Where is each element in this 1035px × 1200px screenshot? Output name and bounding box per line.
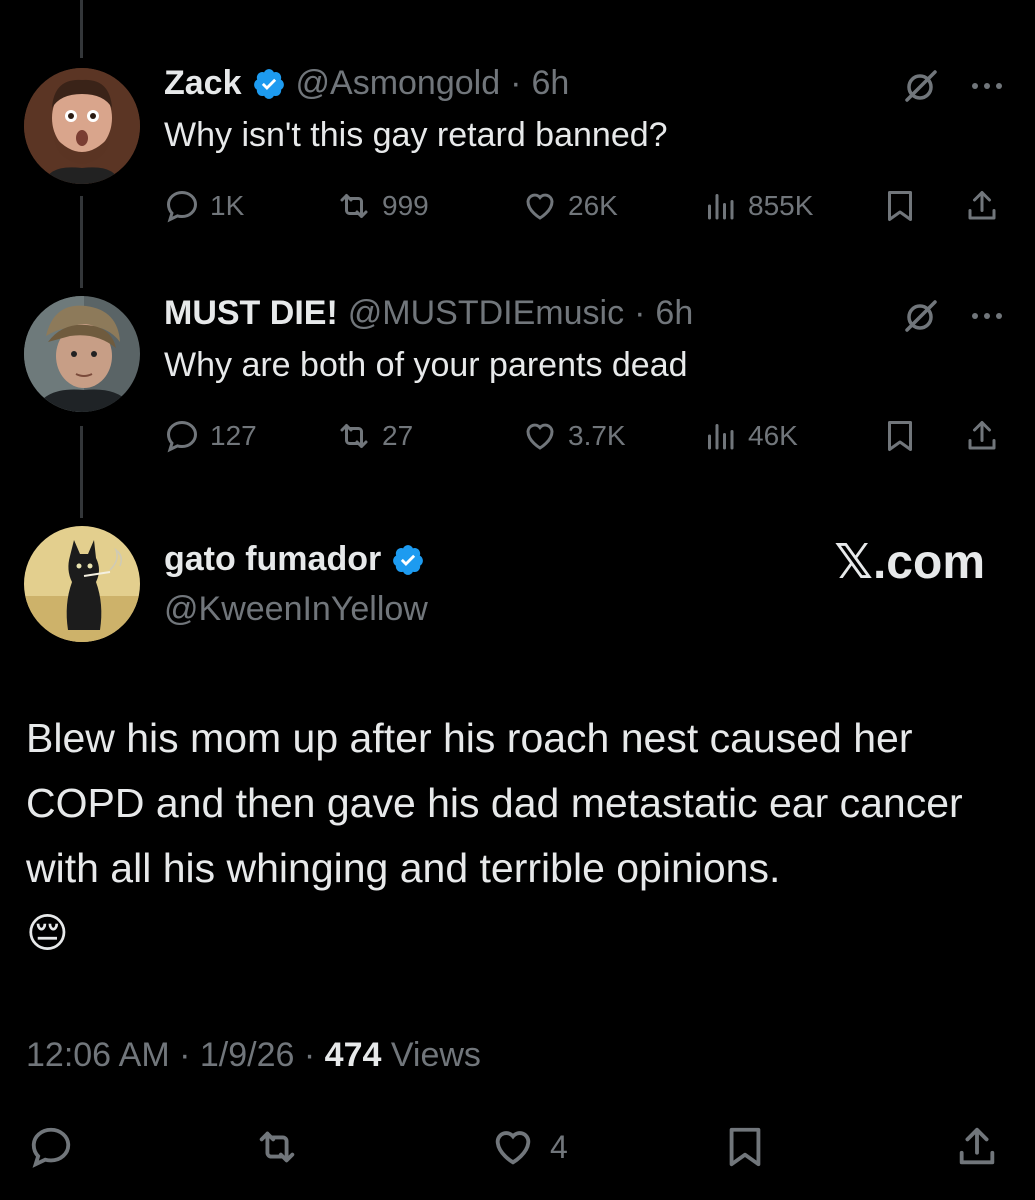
views-label: Views: [390, 1036, 481, 1074]
heart-icon: [526, 423, 554, 450]
reply-icon: [31, 1127, 71, 1168]
views-chart-icon: [708, 194, 734, 220]
share-icon: [959, 1127, 995, 1165]
avatar[interactable]: [24, 526, 140, 642]
post-date[interactable]: 1/9/26: [200, 1036, 295, 1074]
reply-count: 1K: [210, 190, 245, 221]
views-button[interactable]: 855K: [702, 188, 813, 224]
bookmark-icon: [888, 421, 912, 451]
avatar-image: [24, 296, 140, 412]
bookmark-button[interactable]: [882, 418, 918, 454]
post-meta: 12:06 AM · 1/9/26 · 474 Views: [26, 1036, 481, 1075]
separator: ·: [634, 294, 646, 332]
post-author: gato fumador: [164, 540, 425, 579]
avatar-image: [24, 68, 140, 184]
display-name[interactable]: Zack: [164, 64, 242, 103]
grok-icon[interactable]: [901, 66, 941, 106]
more-options-icon[interactable]: [967, 66, 1007, 106]
repost-icon: [340, 194, 368, 218]
reply-button[interactable]: 127: [164, 418, 257, 454]
timestamp[interactable]: 6h: [531, 64, 569, 103]
reply-top-icons: [901, 296, 1007, 336]
views-count: 46K: [748, 420, 798, 451]
like-button[interactable]: 4: [490, 1124, 568, 1170]
share-button[interactable]: [964, 418, 1000, 454]
handle[interactable]: @Asmongold: [296, 64, 501, 103]
post-time[interactable]: 12:06 AM: [26, 1036, 170, 1074]
views-chart-icon: [708, 424, 734, 450]
share-button[interactable]: [964, 188, 1000, 224]
separator: ·: [510, 64, 522, 102]
like-count: 26K: [568, 190, 618, 221]
share-button[interactable]: [954, 1124, 1000, 1175]
views-button[interactable]: 46K: [702, 418, 798, 454]
emoji: 😔: [26, 910, 69, 956]
reply-text: Why isn't this gay retard banned?: [164, 116, 668, 154]
like-button[interactable]: 3.7K: [522, 418, 626, 454]
thread-line: [80, 0, 83, 58]
repost-icon: [340, 424, 368, 448]
share-icon: [968, 421, 996, 450]
grok-icon[interactable]: [901, 296, 941, 336]
more-options-icon[interactable]: [967, 296, 1007, 336]
heart-icon: [495, 1131, 531, 1165]
repost-count: 999: [382, 190, 429, 221]
thread-line: [80, 196, 83, 288]
reply-header: Zack @Asmongold · 6h: [164, 64, 569, 103]
reply-top-icons: [901, 66, 1007, 106]
reply-icon: [166, 420, 198, 453]
share-icon: [968, 191, 996, 220]
x-watermark: 𝕏.com: [834, 536, 985, 589]
like-button[interactable]: 26K: [522, 188, 618, 224]
views-count: 474: [324, 1036, 382, 1074]
avatar-image: [24, 526, 140, 642]
bookmark-button[interactable]: [722, 1124, 768, 1175]
reply-header: MUST DIE! @MUSTDIEmusic · 6h: [164, 294, 693, 333]
like-count: 4: [550, 1128, 568, 1165]
repost-button[interactable]: [254, 1124, 300, 1175]
separator: ·: [179, 1036, 191, 1074]
display-name[interactable]: gato fumador: [164, 540, 381, 579]
reply-text: Why are both of your parents dead: [164, 346, 688, 384]
timestamp[interactable]: 6h: [655, 294, 693, 333]
reply-button[interactable]: [28, 1124, 74, 1175]
like-count: 3.7K: [568, 420, 626, 451]
separator: ·: [303, 1036, 316, 1074]
bookmark-icon: [888, 191, 912, 221]
verified-badge-icon: [253, 68, 284, 99]
repost-icon: [259, 1131, 295, 1163]
post-body: Blew his mom up after his roach nest cau…: [26, 715, 963, 891]
reply-count: 127: [210, 420, 257, 451]
repost-button[interactable]: 999: [336, 188, 429, 224]
verified-badge-icon: [393, 544, 424, 575]
display-name[interactable]: MUST DIE!: [164, 294, 338, 333]
thread-line: [80, 426, 83, 518]
views-count: 855K: [748, 190, 814, 221]
handle[interactable]: @KweenInYellow: [164, 590, 428, 629]
bookmark-button[interactable]: [882, 188, 918, 224]
avatar[interactable]: [24, 296, 140, 412]
avatar[interactable]: [24, 68, 140, 184]
bookmark-icon: [729, 1127, 761, 1167]
reply-button[interactable]: 1K: [164, 188, 244, 224]
reply-icon: [166, 190, 198, 223]
handle[interactable]: @MUSTDIEmusic: [348, 294, 624, 333]
post-text: Blew his mom up after his roach nest cau…: [26, 706, 1016, 966]
heart-icon: [526, 193, 554, 220]
repost-count: 27: [382, 420, 414, 451]
repost-button[interactable]: 27: [336, 418, 413, 454]
